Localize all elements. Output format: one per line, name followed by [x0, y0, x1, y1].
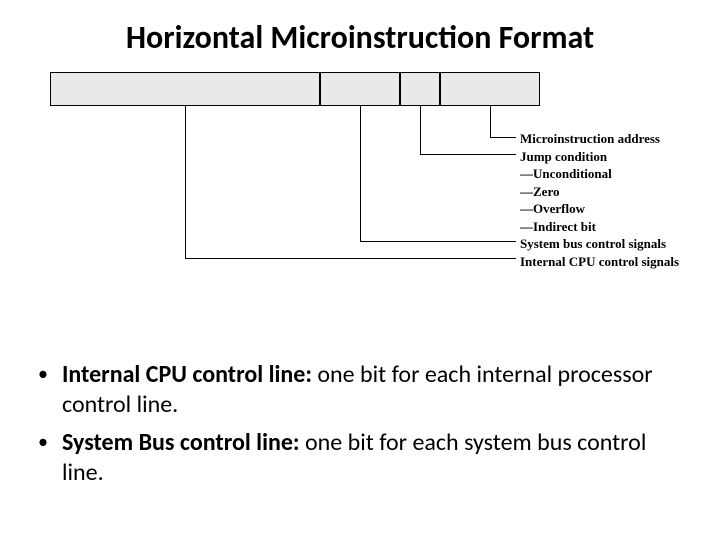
- label-jump-condition: Jump condition: [520, 148, 679, 166]
- connector-line: [185, 258, 516, 259]
- connector-line: [185, 106, 186, 258]
- page-title: Horizontal Microinstruction Format: [0, 18, 720, 57]
- connector-line: [490, 137, 516, 138]
- label-indirect-bit: —Indirect bit: [520, 218, 679, 236]
- field-internal-cpu: [50, 72, 320, 106]
- bullet-text: Internal CPU control line: one bit for e…: [62, 360, 688, 420]
- bullet-dot-icon: •: [38, 428, 62, 456]
- labels-block: Microinstruction address Jump condition …: [520, 130, 679, 270]
- label-unconditional: —Unconditional: [520, 165, 679, 183]
- label-overflow: —Overflow: [520, 200, 679, 218]
- bullet-list: • Internal CPU control line: one bit for…: [38, 360, 688, 496]
- connector-line: [420, 106, 421, 154]
- connector-line: [360, 106, 361, 241]
- bullet-bold: System Bus control line:: [62, 428, 305, 457]
- bullet-text: System Bus control line: one bit for eac…: [62, 428, 688, 488]
- field-system-bus: [320, 72, 400, 106]
- bullet-item: • Internal CPU control line: one bit for…: [38, 360, 688, 420]
- label-zero: —Zero: [520, 183, 679, 201]
- label-internal-cpu: Internal CPU control signals: [520, 253, 679, 271]
- connector-line: [490, 106, 491, 137]
- field-micro-address: [440, 72, 540, 106]
- bullet-dot-icon: •: [38, 360, 62, 388]
- connector-line: [360, 241, 516, 242]
- label-micro-address: Microinstruction address: [520, 130, 679, 148]
- field-jump-condition: [400, 72, 440, 106]
- bullet-bold: Internal CPU control line:: [62, 360, 312, 389]
- label-system-bus: System bus control signals: [520, 235, 679, 253]
- bullet-item: • System Bus control line: one bit for e…: [38, 428, 688, 488]
- connector-line: [420, 154, 516, 155]
